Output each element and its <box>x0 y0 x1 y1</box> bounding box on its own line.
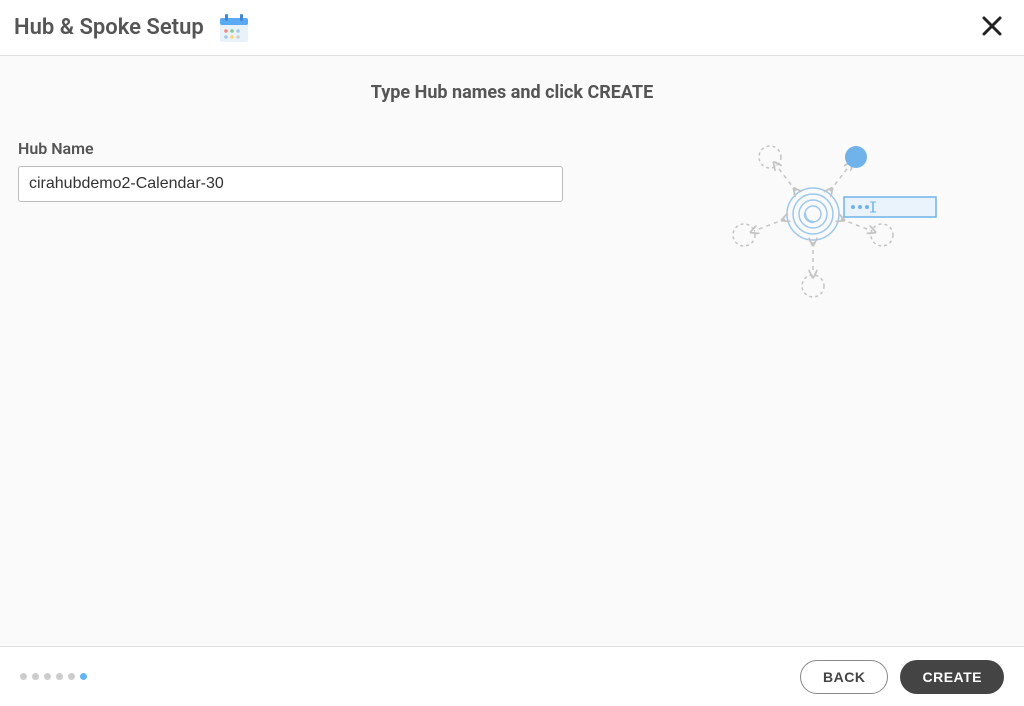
step-dot <box>68 673 75 680</box>
dialog-footer: BACK CREATE <box>0 646 1024 706</box>
dialog-title: Hub & Spoke Setup <box>14 15 204 40</box>
hub-spoke-diagram <box>718 119 1018 323</box>
footer-buttons: BACK CREATE <box>800 660 1004 694</box>
step-dot <box>56 673 63 680</box>
back-button[interactable]: BACK <box>800 660 888 694</box>
dialog-header: Hub & Spoke Setup <box>0 0 1024 56</box>
step-dot <box>44 673 51 680</box>
step-dot-active <box>80 673 87 680</box>
create-button[interactable]: CREATE <box>900 660 1004 694</box>
step-dot <box>32 673 39 680</box>
step-dot <box>20 673 27 680</box>
instruction-text: Type Hub names and click CREATE <box>18 82 1006 103</box>
calendar-icon <box>216 10 252 46</box>
hub-name-label: Hub Name <box>18 139 578 158</box>
dialog-content: Type Hub names and click CREATE Hub Name <box>0 56 1024 323</box>
close-button[interactable] <box>974 9 1010 47</box>
main-row: Hub Name <box>18 139 1006 323</box>
close-icon <box>982 16 1002 36</box>
form-section: Hub Name <box>18 139 578 202</box>
hub-name-input[interactable] <box>18 166 563 202</box>
step-indicator <box>20 673 87 680</box>
